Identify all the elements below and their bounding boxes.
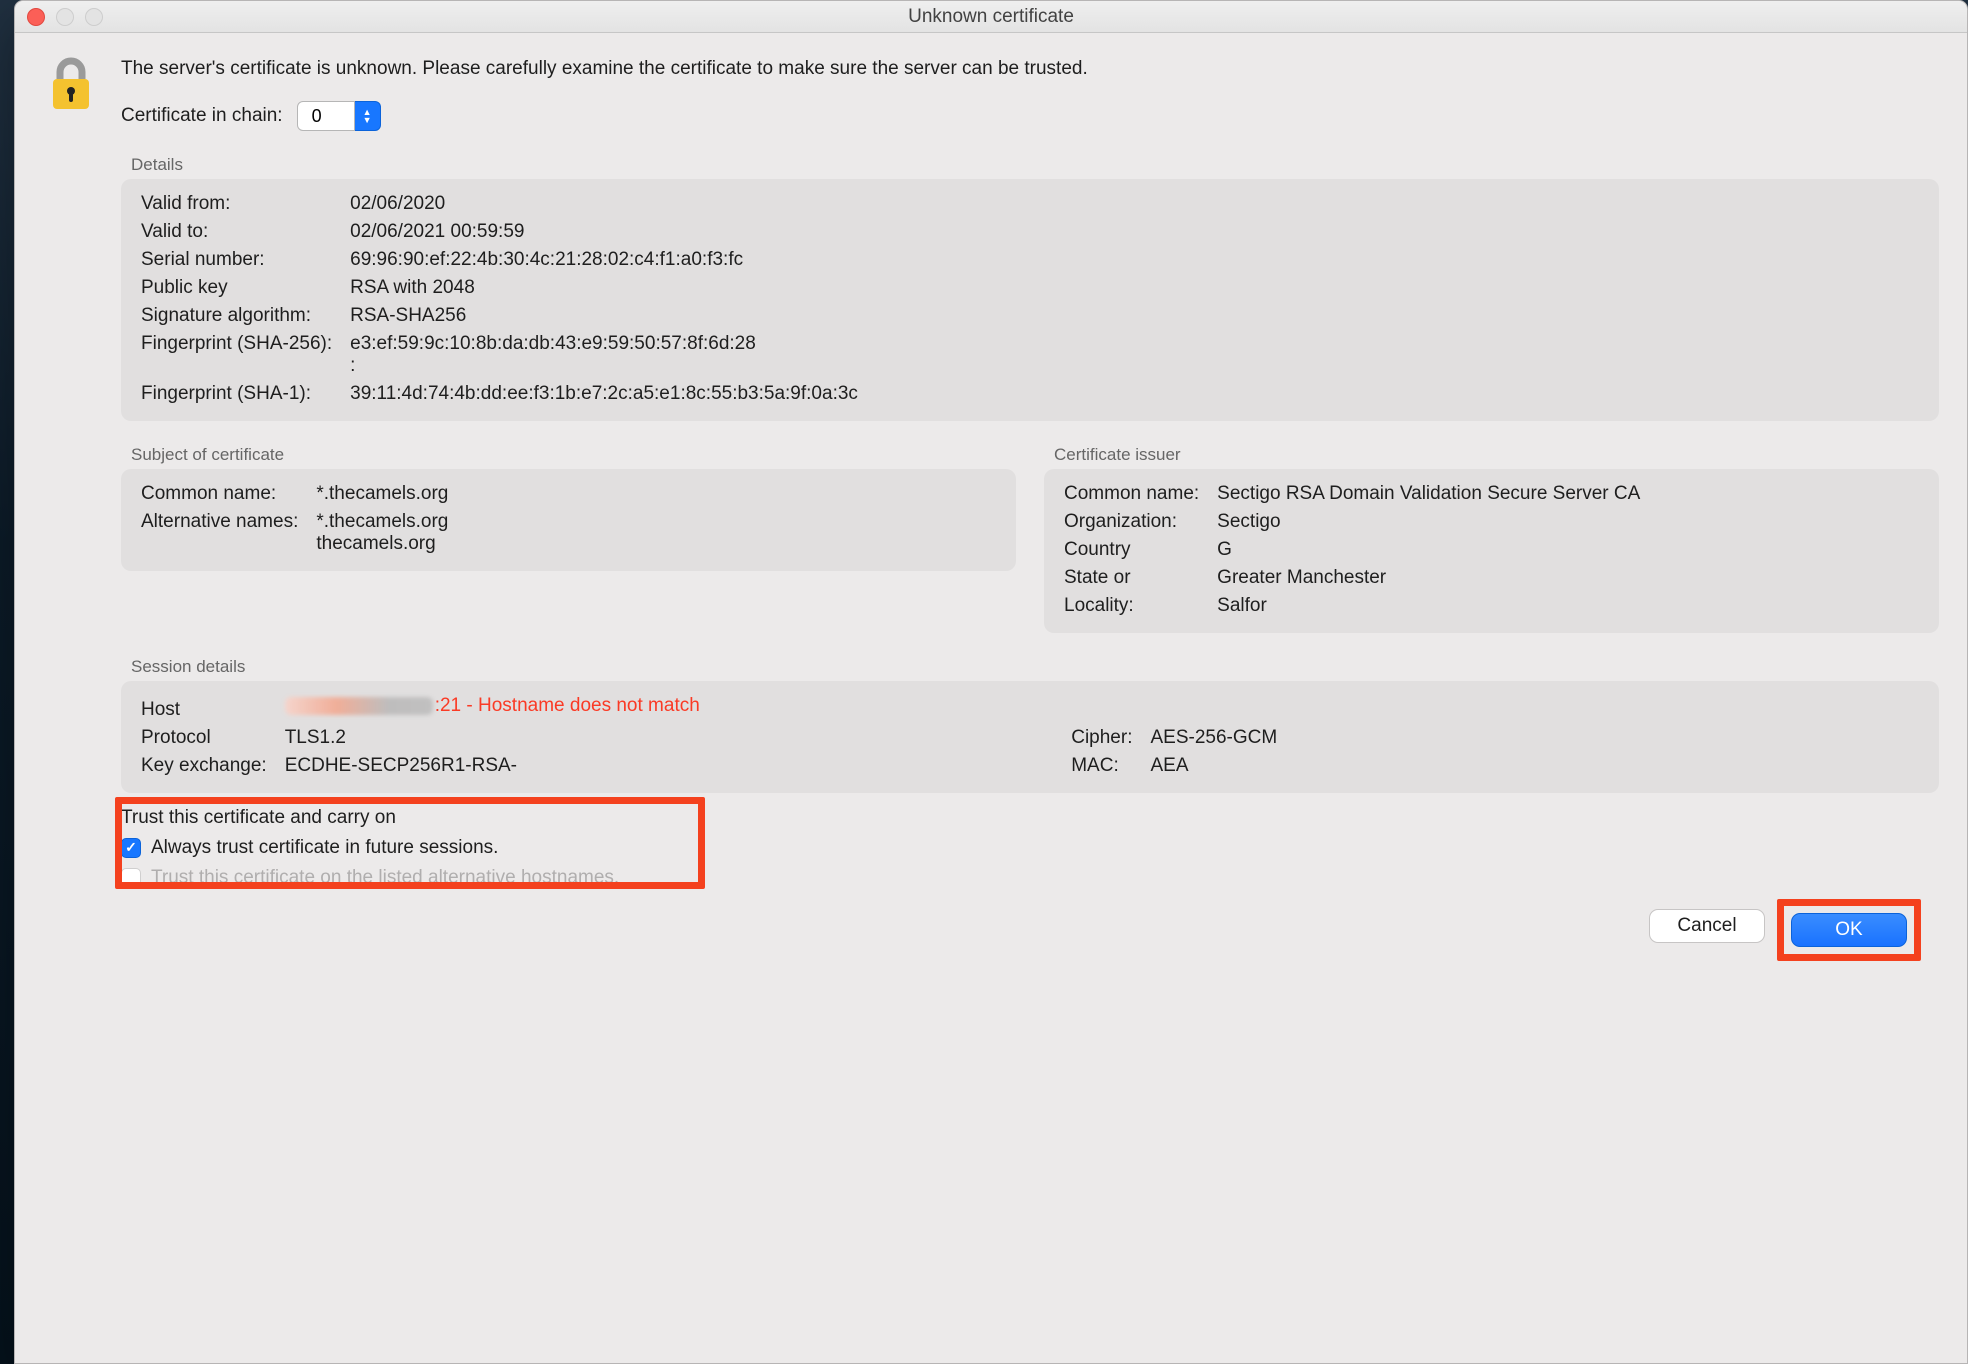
certificate-dialog: Unknown certificate The server's certifi… (14, 0, 1968, 1364)
issuer-cn-label: Common name: (1064, 483, 1199, 505)
session-legend: Session details (131, 657, 1939, 677)
sha256-label: Fingerprint (SHA-256): (141, 333, 332, 377)
valid-to-label: Valid to: (141, 221, 332, 243)
issuer-loc-label: Locality: (1064, 595, 1199, 617)
cipher-value: AES-256-GCM (1150, 727, 1919, 749)
issuer-org-label: Organization: (1064, 511, 1199, 533)
details-panel: Valid from: 02/06/2020 Valid to: 02/06/2… (121, 179, 1939, 421)
intro-text: The server's certificate is unknown. Ple… (121, 55, 1939, 83)
subject-panel: Common name: *.thecamels.org Alternative… (121, 469, 1016, 571)
window-zoom-button[interactable] (85, 8, 103, 26)
cipher-label: Cipher: (1071, 727, 1132, 749)
subject-an-value: *.thecamels.org thecamels.org (316, 511, 996, 555)
ok-button[interactable]: OK (1791, 913, 1907, 947)
kex-label: Key exchange: (141, 755, 267, 777)
ok-button-label: OK (1835, 919, 1862, 941)
subject-legend: Subject of certificate (131, 445, 1016, 465)
host-label: Host (141, 699, 267, 721)
lock-icon (45, 55, 97, 1363)
subject-an-label: Alternative names: (141, 511, 298, 555)
trust-althosts-row: ✓ Trust this certificate on the listed a… (121, 867, 1939, 889)
trust-althosts-label: Trust this certificate on the listed alt… (151, 867, 619, 889)
valid-from-value: 02/06/2020 (350, 193, 1919, 215)
protocol-label: Protocol (141, 727, 267, 749)
issuer-state-label: State or (1064, 567, 1199, 589)
kex-value: ECDHE-SECP256R1-RSA- (285, 755, 1054, 777)
trust-althosts-checkbox: ✓ (121, 868, 141, 888)
serial-label: Serial number: (141, 249, 332, 271)
details-legend: Details (131, 155, 1939, 175)
valid-to-value: 02/06/2021 00:59:59 (350, 221, 1919, 243)
mac-label: MAC: (1071, 755, 1132, 777)
chain-label: Certificate in chain: (121, 105, 283, 127)
host-value-text: :21 - Hostname does not match (435, 695, 700, 717)
issuer-loc-value: Salfor (1217, 595, 1919, 617)
chain-select[interactable]: 0 (297, 101, 355, 131)
session-panel: Host :21 - Hostname does not match Proto… (121, 681, 1939, 793)
issuer-cn-value: Sectigo RSA Domain Validation Secure Ser… (1217, 483, 1919, 505)
mac-value: AEA (1150, 755, 1919, 777)
trust-title: Trust this certificate and carry on (121, 807, 1939, 829)
host-value: :21 - Hostname does not match (285, 695, 1919, 717)
serial-value: 69:96:90:ef:22:4b:30:4c:21:28:02:c4:f1:a… (350, 249, 1919, 271)
cancel-button-label: Cancel (1677, 915, 1736, 937)
sha1-label: Fingerprint (SHA-1): (141, 383, 332, 405)
chevron-updown-icon: ▲▼ (355, 101, 381, 131)
cancel-button[interactable]: Cancel (1649, 909, 1765, 943)
issuer-org-value: Sectigo (1217, 511, 1919, 533)
window-close-button[interactable] (27, 8, 45, 26)
subject-cn-value: *.thecamels.org (316, 483, 996, 505)
issuer-legend: Certificate issuer (1054, 445, 1939, 465)
host-redacted (285, 697, 433, 715)
issuer-country-label: Country (1064, 539, 1199, 561)
sha1-value: 39:11:4d:74:4b:dd:ee:f3:1b:e7:2c:a5:e1:8… (350, 383, 1919, 405)
issuer-state-value: Greater Manchester (1217, 567, 1919, 589)
sha256-value: e3:ef:59:9c:10:8b:da:db:43:e9:59:50:57:8… (350, 333, 1919, 377)
always-trust-checkbox[interactable]: ✓ (121, 838, 141, 858)
window-minimize-button[interactable] (56, 8, 74, 26)
always-trust-label: Always trust certificate in future sessi… (151, 837, 498, 859)
protocol-value: TLS1.2 (285, 727, 1054, 749)
subject-cn-label: Common name: (141, 483, 298, 505)
issuer-panel: Common name: Sectigo RSA Domain Validati… (1044, 469, 1939, 633)
issuer-country-value: G (1217, 539, 1919, 561)
sigalg-value: RSA-SHA256 (350, 305, 1919, 327)
window-title: Unknown certificate (15, 6, 1967, 28)
ok-highlight-box: OK (1787, 909, 1911, 951)
pubkey-value: RSA with 2048 (350, 277, 1919, 299)
sigalg-label: Signature algorithm: (141, 305, 332, 327)
titlebar: Unknown certificate (15, 1, 1967, 33)
always-trust-row[interactable]: ✓ Always trust certificate in future ses… (121, 837, 1939, 859)
pubkey-label: Public key (141, 277, 332, 299)
valid-from-label: Valid from: (141, 193, 332, 215)
